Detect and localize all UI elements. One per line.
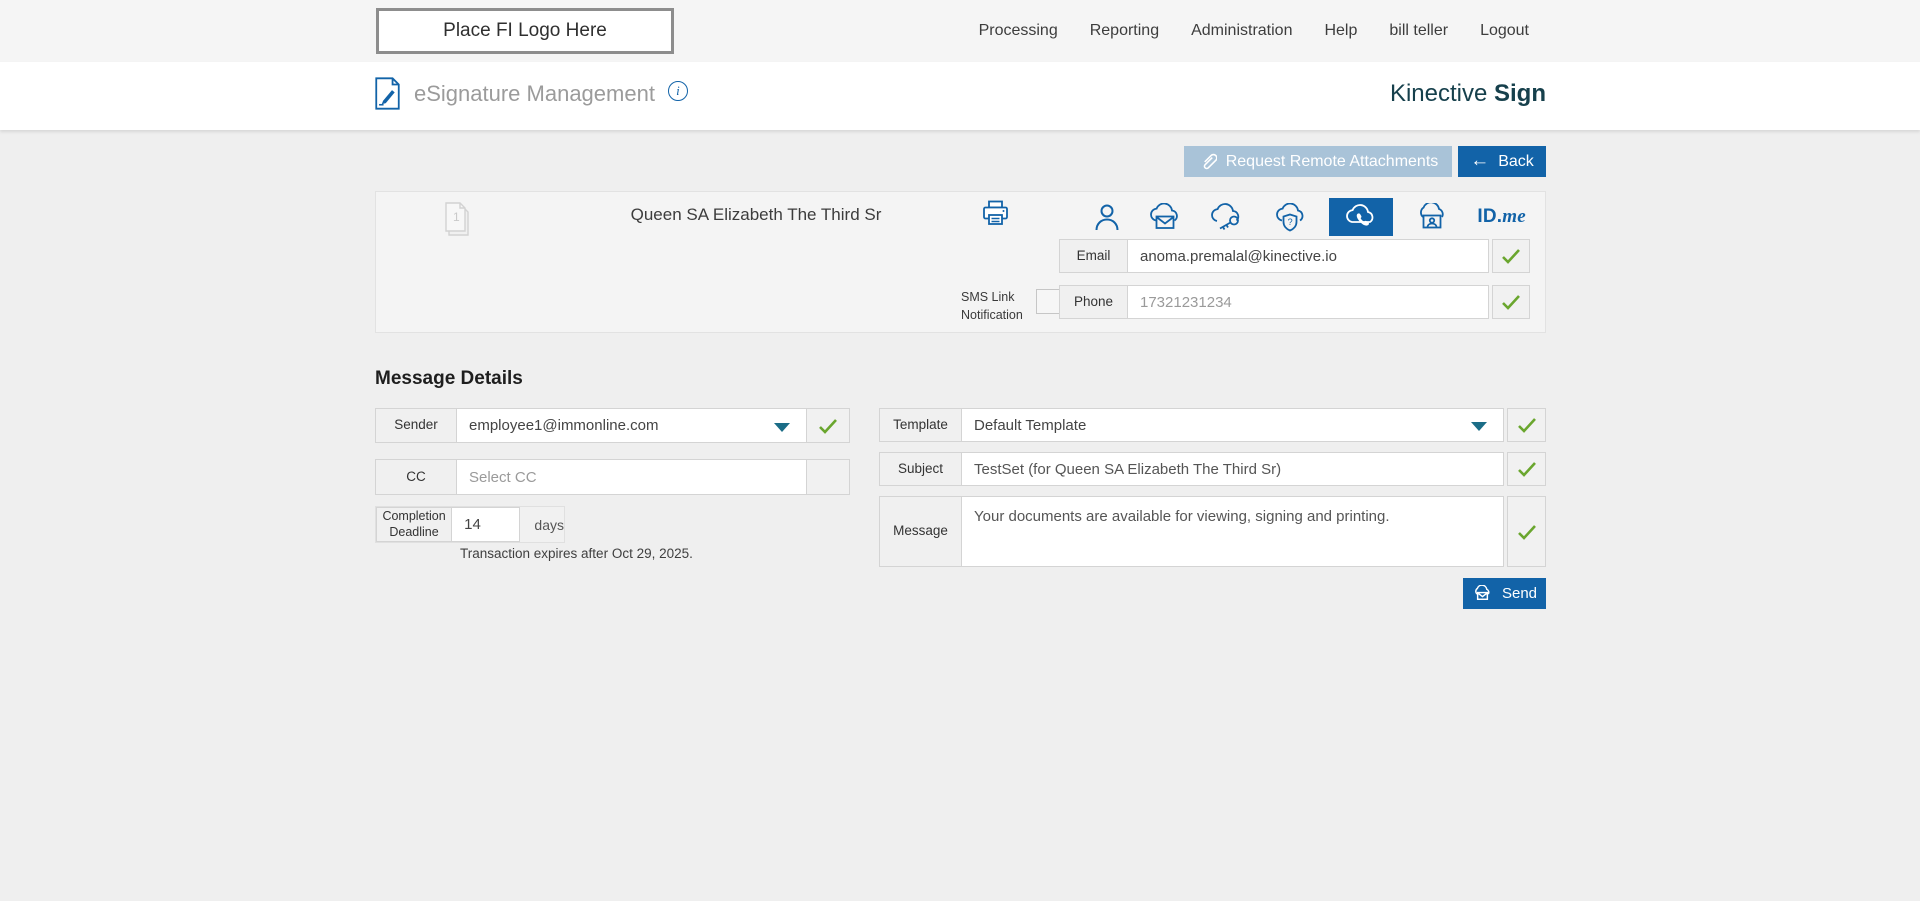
message-value: Your documents are available for viewing… <box>974 508 1390 525</box>
back-button[interactable]: ← Back <box>1458 146 1546 177</box>
fi-logo-placeholder[interactable]: Place FI Logo Here <box>376 8 674 54</box>
cc-placeholder: Select CC <box>469 468 537 486</box>
days-unit-label: days <box>534 516 564 533</box>
subject-valid-check <box>1507 452 1546 486</box>
printer-icon[interactable] <box>982 200 1009 226</box>
message-label: Message <box>879 496 962 567</box>
nav-processing[interactable]: Processing <box>979 22 1058 40</box>
sender-label: Sender <box>375 408 457 443</box>
phone-row: Phone 17321231234 <box>1059 285 1530 319</box>
subject-value: TestSet (for Queen SA Elizabeth The Thir… <box>974 460 1282 478</box>
sender-dropdown[interactable]: employee1@immonline.com <box>457 408 807 443</box>
cloud-key-icon[interactable] <box>1204 198 1250 236</box>
chevron-down-icon[interactable] <box>1471 422 1487 431</box>
email-valid-check <box>1492 239 1530 273</box>
nav-username[interactable]: bill teller <box>1389 22 1448 40</box>
nav-administration[interactable]: Administration <box>1191 22 1292 40</box>
template-valid-check <box>1507 408 1546 442</box>
main-nav: Processing Reporting Administration Help… <box>979 0 1529 62</box>
template-dropdown[interactable]: Default Template <box>962 408 1504 442</box>
email-row: Email anoma.premalal@kinective.io <box>1059 239 1530 273</box>
idme-icon[interactable]: ID. me <box>1471 198 1532 236</box>
sms-link-notification-checkbox[interactable] <box>1036 289 1061 314</box>
cloud-email-icon[interactable] <box>1142 198 1188 236</box>
recipient-name: Queen SA Elizabeth The Third Sr <box>630 205 882 224</box>
message-valid-check <box>1507 496 1546 567</box>
nav-reporting[interactable]: Reporting <box>1090 22 1159 40</box>
svg-text:?: ? <box>1287 217 1292 227</box>
template-value: Default Template <box>974 416 1087 434</box>
subject-input[interactable]: TestSet (for Queen SA Elizabeth The Thir… <box>962 452 1504 486</box>
chevron-down-icon[interactable] <box>774 422 790 432</box>
cloud-security-question-icon[interactable]: ? <box>1267 198 1313 236</box>
page-title: eSignature Management <box>414 80 655 106</box>
back-label: Back <box>1498 152 1534 170</box>
request-remote-attachments-button[interactable]: Request Remote Attachments <box>1184 146 1452 177</box>
brand-product: Sign <box>1494 80 1546 107</box>
template-row: Template Default Template <box>879 408 1546 442</box>
send-button[interactable]: Send <box>1463 578 1546 609</box>
completion-deadline-label: Completion Deadline <box>376 507 453 542</box>
email-label: Email <box>1059 239 1128 273</box>
phone-value: 17321231234 <box>1140 293 1232 311</box>
info-icon[interactable]: i <box>667 80 688 101</box>
document-count-icon: 1 <box>442 201 472 239</box>
subject-row: Subject TestSet (for Queen SA Elizabeth … <box>879 452 1546 486</box>
sender-valid-check <box>807 408 850 443</box>
nav-logout[interactable]: Logout <box>1480 22 1529 40</box>
cc-label: CC <box>375 459 457 495</box>
idme-me-text: me <box>1502 206 1526 227</box>
message-textarea[interactable]: Your documents are available for viewing… <box>962 496 1504 567</box>
back-arrow-icon: ← <box>1470 150 1490 171</box>
cc-input[interactable]: Select CC <box>457 459 807 495</box>
subject-label: Subject <box>879 452 962 486</box>
completion-deadline-input[interactable]: 14 <box>452 507 521 542</box>
in-person-signer-icon[interactable] <box>1088 198 1126 236</box>
kinective-sign-logo: Kinective Sign <box>1390 80 1546 108</box>
top-bar: Place FI Logo Here Processing Reporting … <box>0 0 1920 62</box>
completion-deadline-value: 14 <box>464 516 481 533</box>
paperclip-icon <box>1198 152 1217 171</box>
expiry-note: Transaction expires after Oct 29, 2025. <box>460 546 693 561</box>
template-label: Template <box>879 408 962 442</box>
request-remote-attachments-label: Request Remote Attachments <box>1225 152 1439 170</box>
idme-id-text: ID. <box>1477 206 1503 227</box>
send-label: Send <box>1501 585 1538 602</box>
send-envelope-icon <box>1472 585 1493 602</box>
message-row: Message Your documents are available for… <box>879 496 1546 567</box>
svg-text:1: 1 <box>453 210 460 224</box>
sender-value: employee1@immonline.com <box>469 417 659 434</box>
brand-name: Kinective <box>1389 80 1488 107</box>
phone-label: Phone <box>1059 285 1128 319</box>
esignature-document-icon <box>374 77 401 110</box>
email-input[interactable]: anoma.premalal@kinective.io <box>1128 239 1489 273</box>
sms-link-notification-label: SMS Link Notification <box>961 290 1023 323</box>
authentication-methods: ? ID. me <box>1088 198 1532 236</box>
phone-input[interactable]: 17321231234 <box>1128 285 1489 319</box>
cc-check-empty <box>807 459 850 495</box>
message-details-heading: Message Details <box>375 368 523 389</box>
recipient-card: 1 Queen SA Elizabeth The Third Sr ? ID. … <box>375 191 1546 333</box>
completion-deadline-row: Completion Deadline 14 days <box>375 506 565 543</box>
phone-valid-check <box>1492 285 1530 319</box>
cc-row: CC Select CC <box>375 459 850 495</box>
sender-row: Sender employee1@immonline.com <box>375 408 850 443</box>
page-header: eSignature Management i Kinective Sign <box>0 62 1920 130</box>
cloud-phone-icon-selected[interactable] <box>1328 198 1393 236</box>
fi-logo-text: Place FI Logo Here <box>443 20 607 41</box>
nav-help[interactable]: Help <box>1324 22 1357 40</box>
cloud-kiosk-icon[interactable] <box>1409 198 1455 236</box>
email-value: anoma.premalal@kinective.io <box>1140 247 1337 265</box>
esignature-management-page: Place FI Logo Here Processing Reporting … <box>0 0 1920 901</box>
